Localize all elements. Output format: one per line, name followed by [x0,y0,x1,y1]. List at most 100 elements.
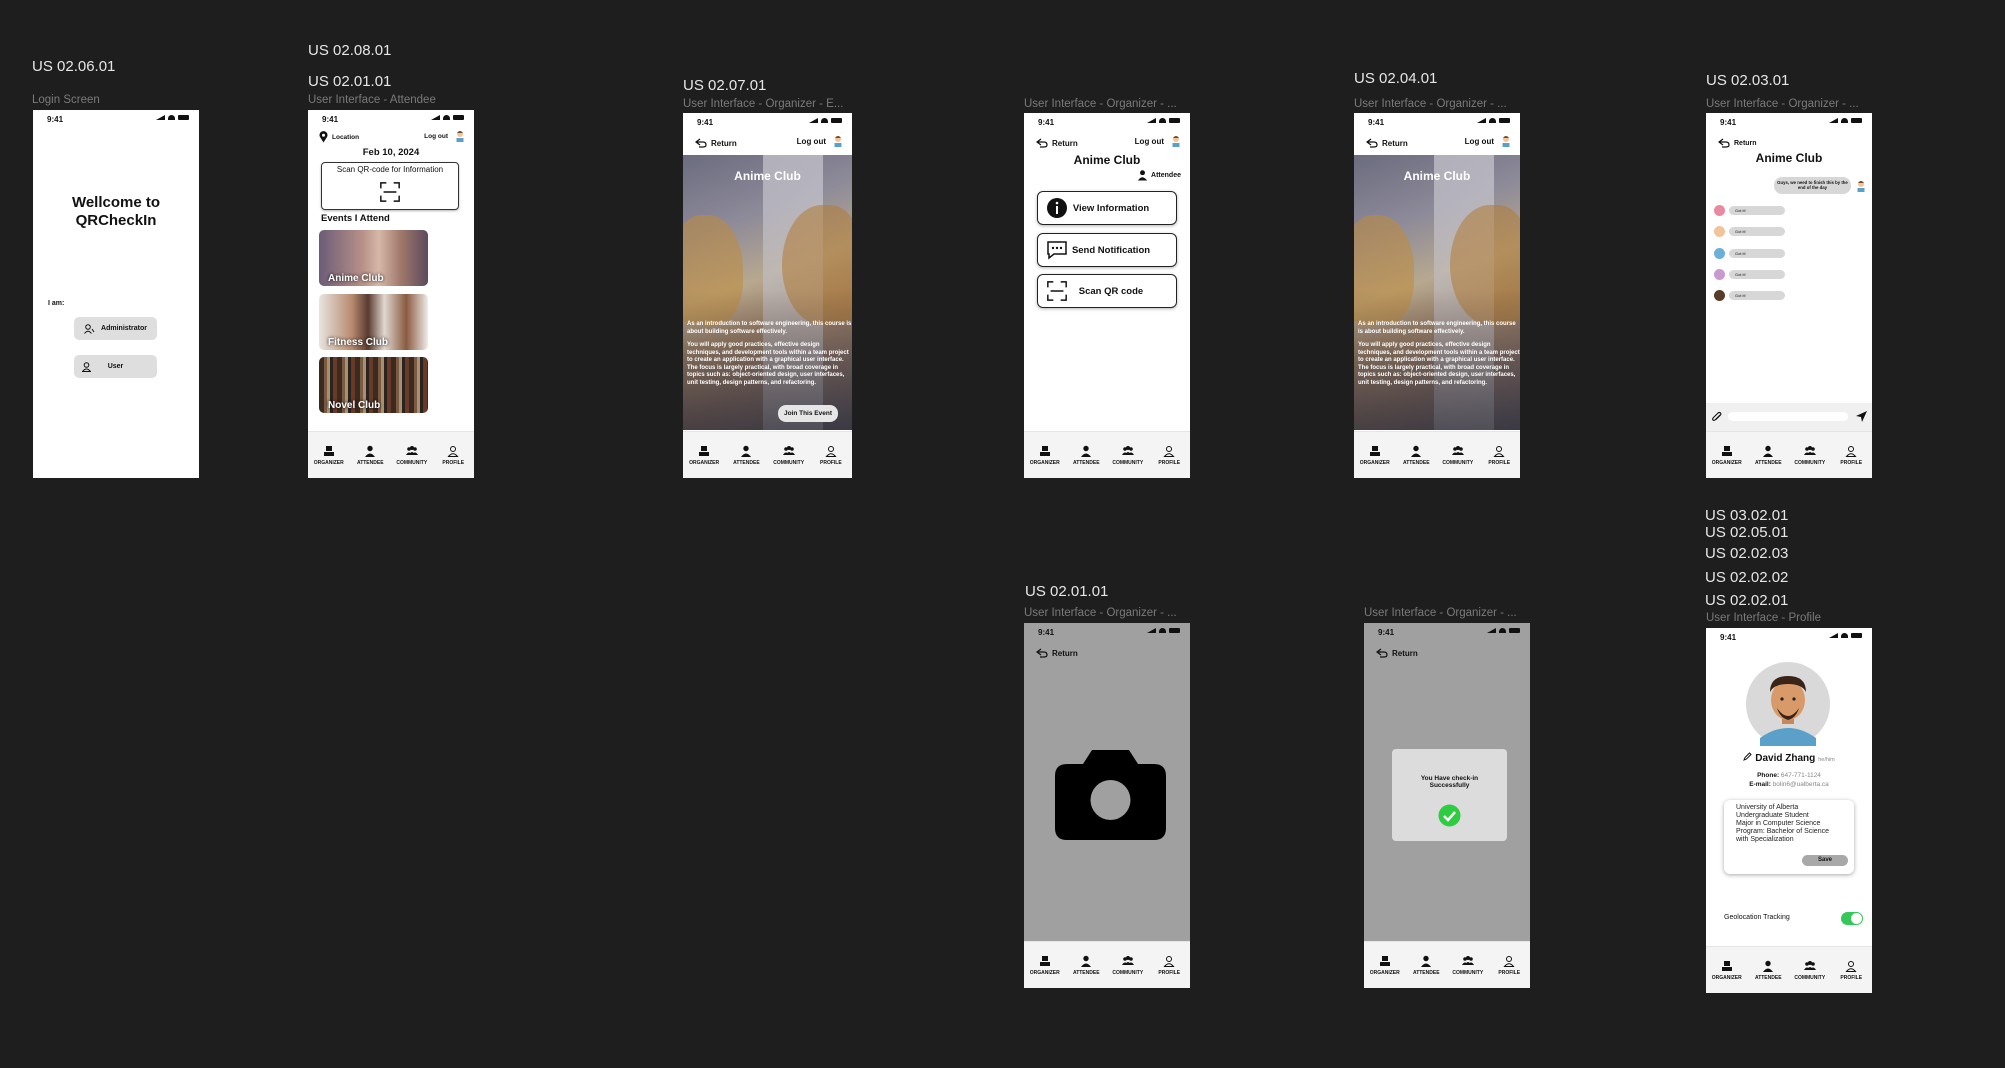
message-input[interactable] [1728,412,1848,421]
battery-icon [453,115,464,120]
tab-community[interactable]: COMMUNITY [1793,960,1827,981]
user-button[interactable]: User [74,355,157,378]
avatar-icon [1856,180,1866,192]
scan-qr-card[interactable]: Scan QR-code for Information [321,162,459,210]
return-button[interactable]: Return [1376,648,1418,658]
avatar-icon[interactable] [1171,135,1181,147]
checkin-dialog: You Have check-in Successfully [1392,749,1507,841]
tab-community[interactable]: COMMUNITY [1111,955,1145,976]
tab-community[interactable]: COMMUNITY [1111,445,1145,466]
organizer-icon [1379,955,1391,967]
tab-attendee[interactable]: ATTENDEE [729,445,763,466]
avatar-icon[interactable] [833,135,843,147]
tab-organizer[interactable]: ORGANIZER [1368,955,1402,976]
camera-icon[interactable] [1054,748,1167,842]
tab-profile[interactable]: PROFILE [1834,960,1868,981]
scan-qr-code-button[interactable]: Scan QR code [1037,274,1177,308]
chat-screen: 9:41 Return Anime Club Guys, we need to … [1706,113,1872,478]
join-event-button[interactable]: Join This Event [777,405,838,422]
tab-attendee[interactable]: ATTENDEE [1069,955,1103,976]
status-time: 9:41 [1720,633,1737,642]
pencil-icon[interactable] [1743,752,1752,761]
tab-community[interactable]: COMMUNITY [1441,445,1475,466]
checkin-success-screen: 9:41 Return You Have check-in Successful… [1364,623,1530,988]
attendee-link[interactable]: Attendee [1137,169,1181,181]
logout-button[interactable]: Log out [1135,137,1164,146]
return-icon [1376,648,1388,658]
logout-button[interactable]: Log out [797,137,826,146]
scan-qr-label: Scan QR-code for Information [336,165,444,174]
profile-avatar[interactable] [1746,662,1830,746]
date-label: Feb 10, 2024 [362,147,420,158]
tab-organizer[interactable]: ORGANIZER [1028,955,1062,976]
bio-card[interactable]: University of Alberta Undergraduate Stud… [1724,800,1854,874]
event-card-title: Anime Club [328,273,384,284]
avatar-icon[interactable] [1501,135,1511,147]
frame-label: User Interface - Organizer - ... [1706,98,1859,110]
avatar-icon[interactable] [455,130,465,142]
event-card-fitness[interactable]: Fitness Club [319,294,428,350]
community-icon [1804,960,1816,972]
profile-email: E-mail: bolin6@ualberta.ca [1749,781,1829,788]
return-button[interactable]: Return [1366,138,1408,148]
paperclip-icon[interactable] [1711,411,1723,423]
tab-bar: ORGANIZER ATTENDEE COMMUNITY PROFILE [1364,941,1530,988]
battery-icon [1169,118,1180,123]
location-pin-icon [319,131,328,143]
frame-label: User Interface - Profile [1706,612,1822,624]
tab-profile[interactable]: PROFILE [436,445,470,466]
tab-profile[interactable]: PROFILE [1152,955,1186,976]
tab-profile[interactable]: PROFILE [1492,955,1526,976]
return-icon [1366,138,1378,148]
tab-community[interactable]: COMMUNITY [772,445,806,466]
return-button[interactable]: Return [1718,138,1757,148]
event-card-novel[interactable]: Novel Club [319,357,428,413]
organizer-icon [1039,955,1051,967]
organizer-icon [1039,445,1051,457]
profile-icon [447,445,459,457]
tab-attendee[interactable]: ATTENDEE [1409,955,1443,976]
story-tag: US 02.08.01 [308,42,392,59]
chat-title: Anime Club [1755,151,1823,165]
tab-community[interactable]: COMMUNITY [1451,955,1485,976]
geolocation-toggle[interactable] [1841,912,1863,925]
administrator-button[interactable]: Administrator [74,317,157,340]
tab-profile[interactable]: PROFILE [814,445,848,466]
tab-attendee[interactable]: ATTENDEE [1751,960,1785,981]
tab-organizer[interactable]: ORGANIZER [312,445,346,466]
events-heading: Events I Attend [321,213,390,224]
event-card-anime[interactable]: Anime Club [319,230,428,286]
signal-icon [809,118,818,123]
view-information-button[interactable]: View Information [1037,191,1177,225]
tab-attendee[interactable]: ATTENDEE [353,445,387,466]
save-button[interactable]: Save [1802,855,1848,866]
return-button[interactable]: Return [1036,648,1078,658]
send-notification-button[interactable]: Send Notification [1037,233,1177,267]
tab-attendee[interactable]: ATTENDEE [1751,445,1785,466]
logout-button[interactable]: Log out [424,133,448,140]
event-detail-screen: 9:41 Return Log out Anime Club As an int… [683,113,852,478]
tab-profile[interactable]: PROFILE [1152,445,1186,466]
tab-organizer[interactable]: ORGANIZER [1358,445,1392,466]
tab-community[interactable]: COMMUNITY [395,445,429,466]
tab-community[interactable]: COMMUNITY [1793,445,1827,466]
event-title: Anime Club [734,169,801,183]
tab-organizer[interactable]: ORGANIZER [1710,445,1744,466]
tab-organizer[interactable]: ORGANIZER [1710,960,1744,981]
return-button[interactable]: Return [695,138,737,148]
admin-icon [84,323,95,334]
status-bar: 9:41 [1024,113,1190,131]
tab-profile[interactable]: PROFILE [1482,445,1516,466]
send-icon[interactable] [1855,410,1868,423]
location-button[interactable]: Location [319,131,359,143]
tab-organizer[interactable]: ORGANIZER [687,445,721,466]
logout-button[interactable]: Log out [1465,137,1494,146]
user-icon [82,361,91,372]
tab-organizer[interactable]: ORGANIZER [1028,445,1062,466]
tab-attendee[interactable]: ATTENDEE [1399,445,1433,466]
attendee-icon [1762,445,1774,457]
tab-attendee[interactable]: ATTENDEE [1069,445,1103,466]
tab-profile[interactable]: PROFILE [1834,445,1868,466]
signal-icon [1829,633,1838,638]
return-button[interactable]: Return [1036,138,1078,148]
